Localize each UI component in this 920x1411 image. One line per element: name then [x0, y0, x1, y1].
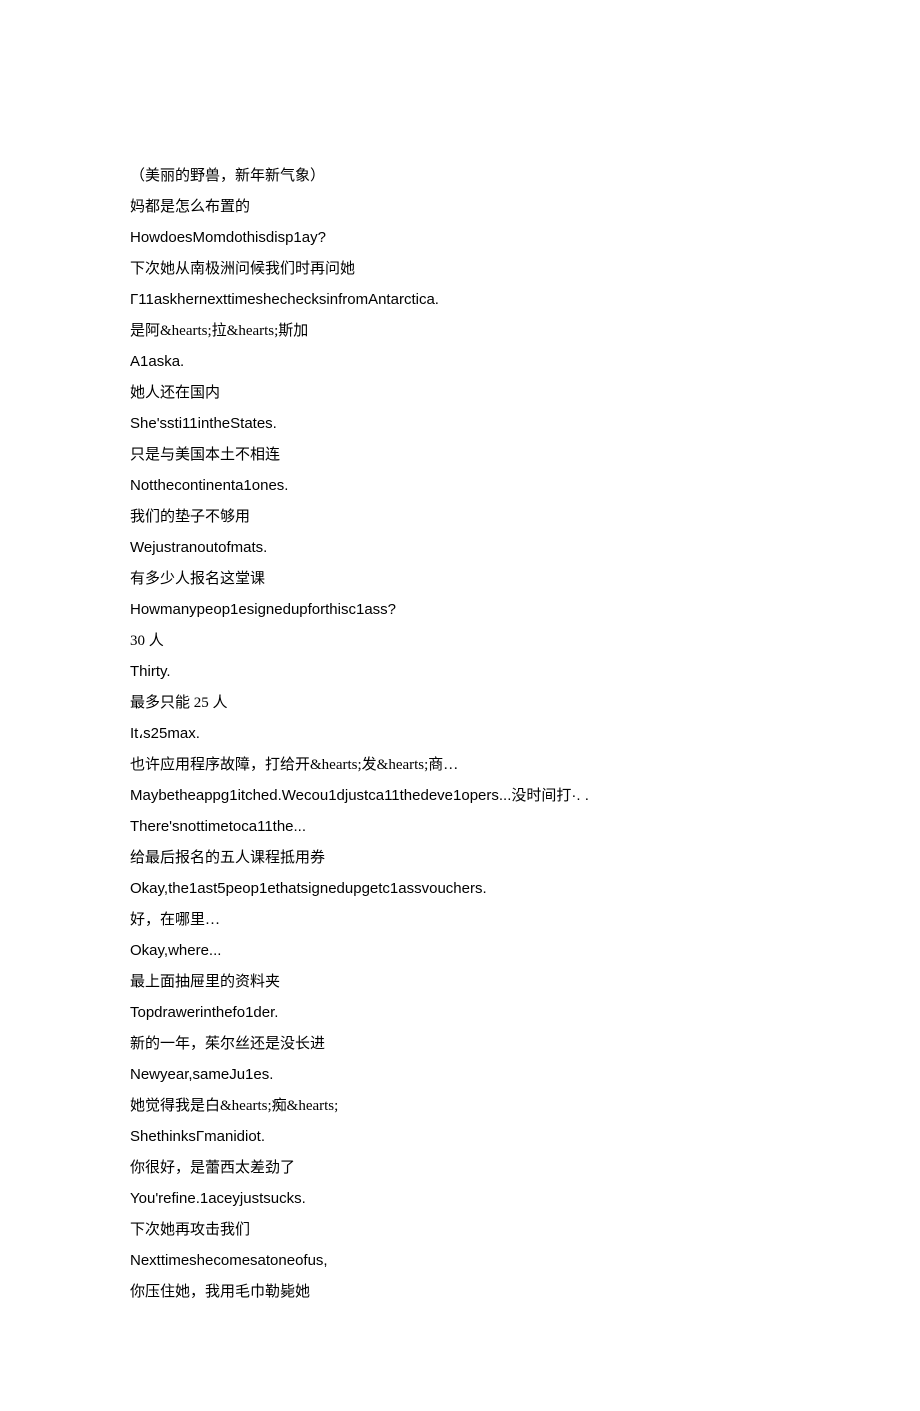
text-line: 有多少人报名这堂课	[130, 567, 790, 591]
text-line: 我们的垫子不够用	[130, 505, 790, 529]
text-line: A1aska.	[130, 350, 790, 374]
document-content: （美丽的野兽，新年新气象） 妈都是怎么布置的 HowdoesMomdothisdis…	[130, 164, 790, 1304]
text-line: 最上面抽屉里的资料夹	[130, 970, 790, 994]
text-line: 好，在哪里…	[130, 908, 790, 932]
text-line: It،s25max.	[130, 722, 790, 746]
text-line: ShethinksΓmanidiot.	[130, 1125, 790, 1149]
text-line: HowdoesMomdothisdisp1ay?	[130, 226, 790, 250]
text-line: Wejustranoutofmats.	[130, 536, 790, 560]
text-line: 你压住她，我用毛巾勒毙她	[130, 1280, 790, 1304]
text-line: Topdrawerinthefo1der.	[130, 1001, 790, 1025]
text-line: 下次她从南极洲问候我们时再问她	[130, 257, 790, 281]
text-line: 妈都是怎么布置的	[130, 195, 790, 219]
text-line: 新的一年，茱尔丝还是没长进	[130, 1032, 790, 1056]
text-line: Γ11askhernexttimeshechecksinfromAntarcti…	[130, 288, 790, 312]
text-line: Howmanypeop1esignedupforthisc1ass?	[130, 598, 790, 622]
text-line: 最多只能 25 人	[130, 691, 790, 715]
text-line: Newyear,sameJu1es.	[130, 1063, 790, 1087]
text-line: 她人还在国内	[130, 381, 790, 405]
text-line: She'ssti11intheStates.	[130, 412, 790, 436]
text-line: 30 人	[130, 629, 790, 653]
text-line: Thirty.	[130, 660, 790, 684]
text-line: 你很好，是蕾西太差劲了	[130, 1156, 790, 1180]
text-line: Okay,where...	[130, 939, 790, 963]
text-line: 她觉得我是白&hearts;痴&hearts;	[130, 1094, 790, 1118]
text-line: 下次她再攻击我们	[130, 1218, 790, 1242]
text-line: Nexttimeshecomesatoneofus,	[130, 1249, 790, 1273]
text-line: Maybetheappg1itched.Wecou1djustca11thede…	[130, 784, 790, 808]
text-line: （美丽的野兽，新年新气象）	[130, 164, 790, 188]
text-line: You'refine.1aceyjustsucks.	[130, 1187, 790, 1211]
text-line: Notthecontinenta1ones.	[130, 474, 790, 498]
text-line: 也许应用程序故障，打给开&hearts;发&hearts;商…	[130, 753, 790, 777]
text-line: There'snottimetoca11the...	[130, 815, 790, 839]
text-line: Okay,the1ast5peop1ethatsignedupgetc1assv…	[130, 877, 790, 901]
text-line: 只是与美国本土不相连	[130, 443, 790, 467]
text-line: 是阿&hearts;拉&hearts;斯加	[130, 319, 790, 343]
text-line: 给最后报名的五人课程抵用券	[130, 846, 790, 870]
